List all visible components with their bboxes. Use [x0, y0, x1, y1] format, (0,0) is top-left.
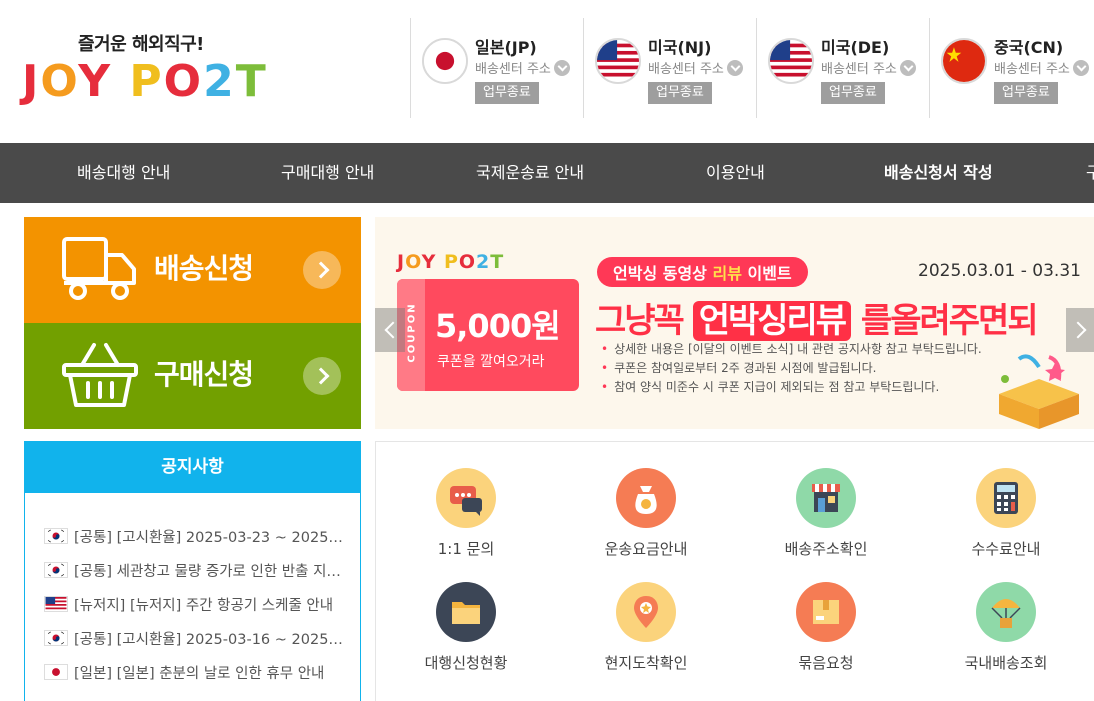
chevron-right-icon: [303, 357, 341, 395]
status-badge: 업무종료: [475, 82, 539, 104]
jp-flag-icon: [44, 664, 68, 680]
coupon-amount: 5,000원: [435, 307, 561, 345]
quick-label: 현지도착확인: [604, 654, 688, 672]
nav-purchase-guide[interactable]: 구매대행 안내: [281, 143, 374, 203]
gift-box-icon: [989, 349, 1089, 429]
event-headline: 그냥꼭 언박싱리뷰 를올려주면되: [595, 301, 1039, 341]
event-pill: 언박싱 동영상 리뷰 이벤트: [597, 257, 808, 287]
event-details: 상세한 내용은 [이달의 이벤트 소식] 내 관련 공지사항 참고 부탁드립니다…: [601, 340, 982, 397]
chevron-down-icon: [899, 59, 916, 76]
event-detail-item: 참여 양식 미준수 시 쿠폰 지급이 제외되는 점 참고 부탁드립니다.: [601, 378, 982, 397]
us-flag-icon: [44, 596, 68, 612]
notice-title[interactable]: 공지사항: [25, 442, 360, 493]
quick-commission[interactable]: 수수료안내: [916, 468, 1094, 578]
quick-label: 배송주소확인: [784, 540, 868, 558]
center-name: 중국(CN): [994, 38, 1064, 57]
quick-label: 국내배송조회: [964, 654, 1048, 672]
quick-inquiry[interactable]: 1:1 문의: [376, 468, 556, 578]
center-address-toggle[interactable]: 배송센터 주소: [821, 58, 916, 77]
quick-label: 수수료안내: [971, 540, 1041, 558]
kr-flag-icon: [44, 630, 68, 646]
event-banner[interactable]: JOY PO2T COUPON 5,000원 쿠폰을 깔여오거라 언박싱 동영상…: [375, 217, 1094, 429]
joyport-logo[interactable]: 즐거운 해외직구! JOY PO2T: [22, 30, 272, 110]
folder-icon: [436, 582, 496, 642]
quick-label: 묶음요청: [798, 654, 854, 672]
logo-tagline: 즐거운 해외직구!: [78, 34, 204, 55]
purchase-request-label: 구매신청: [154, 358, 254, 391]
logo-wordmark: JOY PO2T: [22, 56, 268, 107]
notice-list: [공통] [고시환율] 2025-03-23 ~ 2025-03-29 [공통]…: [25, 493, 360, 689]
main-nav: 배송대행 안내 구매대행 안내 국제운송료 안내 이용안내 배송신청서 작성 구: [0, 143, 1094, 203]
event-detail-item: 쿠폰은 참여일로부터 2주 경과된 시점에 발급됩니다.: [601, 359, 982, 378]
quick-address-check[interactable]: 배송주소확인: [736, 468, 916, 578]
cn-flag-icon: [941, 38, 987, 84]
purchase-request-button[interactable]: 구매신청: [24, 323, 361, 429]
notice-board: 공지사항 [공통] [고시환율] 2025-03-23 ~ 2025-03-29…: [24, 441, 361, 701]
quick-label: 대행신청현황: [424, 654, 508, 672]
chevron-down-icon: [1072, 59, 1089, 76]
nav-intl-shipping-fee[interactable]: 국제운송료 안내: [476, 143, 584, 203]
status-badge: 업무종료: [994, 82, 1058, 104]
quick-domestic-tracking[interactable]: 국내배송조회: [916, 582, 1094, 692]
center-address-toggle[interactable]: 배송센터 주소: [648, 58, 743, 77]
us-flag-icon: [595, 38, 641, 84]
calculator-icon: [976, 468, 1036, 528]
kr-flag-icon: [44, 528, 68, 544]
jp-flag-icon: [422, 38, 468, 84]
us-flag-icon: [768, 38, 814, 84]
quick-label: 운송요금안내: [604, 540, 688, 558]
center-us-de[interactable]: 미국(DE) 배송센터 주소 업무종료: [756, 18, 929, 118]
nav-usage-guide[interactable]: 이용안내: [706, 143, 765, 203]
chevron-down-icon: [726, 59, 743, 76]
coupon-subtitle: 쿠폰을 깔여오거라: [437, 354, 545, 370]
center-address-toggle[interactable]: 배송센터 주소: [475, 58, 570, 77]
center-us-nj[interactable]: 미국(NJ) 배송센터 주소 업무종료: [583, 18, 756, 118]
nav-shipping-guide[interactable]: 배송대행 안내: [77, 143, 170, 203]
coupon-graphic: COUPON 5,000원 쿠폰을 깔여오거라: [397, 279, 579, 391]
chevron-down-icon: [553, 59, 570, 76]
quick-bundle-request[interactable]: 묶음요청: [736, 582, 916, 692]
event-detail-item: 상세한 내용은 [이달의 이벤트 소식] 내 관련 공지사항 참고 부탁드립니다…: [601, 340, 982, 359]
center-name: 미국(DE): [821, 38, 890, 57]
banner-logo: JOY PO2T: [397, 251, 505, 273]
nav-shipping-application[interactable]: 배송신청서 작성: [884, 143, 993, 203]
event-date: 2025.03.01 - 03.31: [918, 261, 1081, 281]
chevron-right-icon: [303, 251, 341, 289]
status-badge: 업무종료: [821, 82, 885, 104]
quick-menu: 1:1 문의 운송요금안내 배송주소확인 수수료안내 대행신청현황 현지도착확인…: [375, 441, 1094, 701]
banner-next-button[interactable]: [1066, 308, 1094, 352]
kr-flag-icon: [44, 562, 68, 578]
shipping-centers: 일본(JP) 배송센터 주소 업무종료 미국(NJ) 배송센터 주소 업무종료: [410, 18, 1094, 118]
banner-prev-button[interactable]: [375, 308, 405, 352]
parachute-box-icon: [976, 582, 1036, 642]
center-jp[interactable]: 일본(JP) 배송센터 주소 업무종료: [410, 18, 583, 118]
quick-shipping-fee[interactable]: 운송요금안내: [556, 468, 736, 578]
nav-item-cutoff[interactable]: 구: [1086, 143, 1094, 203]
basket-icon: [60, 339, 140, 413]
center-cn[interactable]: 중국(CN) 배송센터 주소 업무종료: [929, 18, 1094, 118]
notice-item[interactable]: [공통] [고시환율] 2025-03-16 ~ 2025-03-22: [25, 621, 360, 655]
chat-icon: [436, 468, 496, 528]
center-address-toggle[interactable]: 배송센터 주소: [994, 58, 1089, 77]
box-icon: [796, 582, 856, 642]
notice-item[interactable]: [일본] [일본] 춘분의 날로 인한 휴무 안내: [25, 655, 360, 689]
truck-icon: [60, 233, 140, 307]
notice-item[interactable]: [공통] 세관창고 물량 증가로 인한 반출 지연 안내: [25, 553, 360, 587]
location-pin-icon: [616, 582, 676, 642]
quick-arrival-check[interactable]: 현지도착확인: [556, 582, 736, 692]
quick-label: 1:1 문의: [437, 540, 495, 558]
money-bag-icon: [616, 468, 676, 528]
quick-request-status[interactable]: 대행신청현황: [376, 582, 556, 692]
shipping-request-button[interactable]: 배송신청: [24, 217, 361, 323]
shipping-request-label: 배송신청: [154, 252, 254, 285]
status-badge: 업무종료: [648, 82, 712, 104]
notice-item[interactable]: [뉴저지] [뉴저지] 주간 항공기 스케줄 안내: [25, 587, 360, 621]
notice-item[interactable]: [공통] [고시환율] 2025-03-23 ~ 2025-03-29: [25, 519, 360, 553]
shop-icon: [796, 468, 856, 528]
center-name: 미국(NJ): [648, 38, 712, 57]
site-header: 즐거운 해외직구! JOY PO2T 일본(JP) 배송센터 주소 업무종료 미: [0, 0, 1094, 143]
center-name: 일본(JP): [475, 38, 537, 57]
